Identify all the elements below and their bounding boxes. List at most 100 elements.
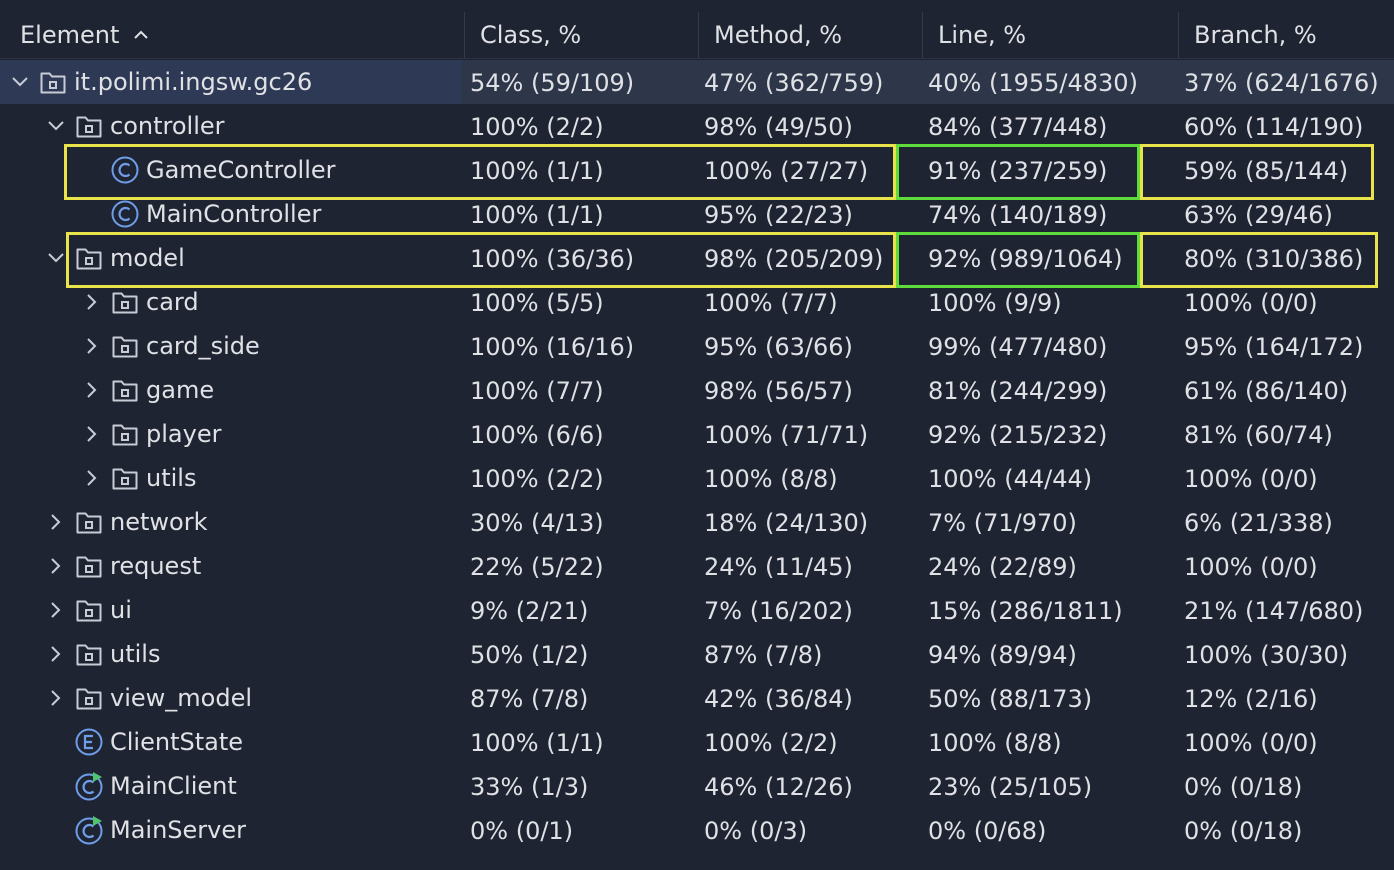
class-coverage-cell: 33% (1/3) bbox=[470, 773, 589, 801]
branch-coverage-cell: 60% (114/190) bbox=[1184, 113, 1364, 141]
class-coverage-cell: 100% (2/2) bbox=[470, 465, 604, 493]
element-cell[interactable]: GameController bbox=[80, 148, 336, 192]
table-row[interactable]: it.polimi.ingsw.gc26 54% (59/109) 47% (362… bbox=[0, 60, 1394, 104]
element-cell[interactable]: model bbox=[44, 236, 185, 280]
table-row[interactable]: ui 9% (2/21) 7% (16/202) 15% (286/1811) 21% … bbox=[0, 588, 1394, 632]
table-row[interactable]: model 100% (36/36) 98% (205/209) 92% (989/1… bbox=[0, 236, 1394, 280]
column-header-class[interactable]: Class, % bbox=[480, 0, 581, 58]
column-divider[interactable] bbox=[698, 12, 699, 58]
element-name: it.polimi.ingsw.gc26 bbox=[74, 68, 313, 96]
method-coverage-cell: 42% (36/84) bbox=[704, 685, 853, 713]
coverage-table: Element Class, % Method, % Line, % Branc… bbox=[0, 0, 1394, 870]
element-cell[interactable]: player bbox=[80, 412, 221, 456]
package-icon bbox=[110, 287, 140, 317]
element-name: ClientState bbox=[110, 728, 244, 756]
branch-coverage-cell: 100% (30/30) bbox=[1184, 641, 1349, 669]
package-icon bbox=[74, 507, 104, 537]
class-coverage-cell: 9% (2/21) bbox=[470, 597, 589, 625]
class-coverage-cell: 100% (2/2) bbox=[470, 113, 604, 141]
chevron-right-icon[interactable] bbox=[44, 510, 68, 534]
table-row[interactable]: MainClient 33% (1/3) 46% (12/26) 23% (25/10… bbox=[0, 764, 1394, 808]
chevron-down-icon[interactable] bbox=[44, 114, 68, 138]
column-divider[interactable] bbox=[464, 12, 465, 58]
table-row[interactable]: GameController 100% (1/1) 100% (27/27) 91% … bbox=[0, 148, 1394, 192]
class-icon bbox=[110, 155, 140, 185]
element-name: player bbox=[146, 420, 222, 448]
branch-coverage-cell: 63% (29/46) bbox=[1184, 201, 1333, 229]
line-coverage-cell: 91% (237/259) bbox=[928, 157, 1108, 185]
method-coverage-cell: 0% (0/3) bbox=[704, 817, 808, 845]
chevron-right-icon[interactable] bbox=[44, 642, 68, 666]
element-cell[interactable]: ClientState bbox=[44, 720, 243, 764]
table-row[interactable]: card_side 100% (16/16) 95% (63/66) 99% (477… bbox=[0, 324, 1394, 368]
element-cell[interactable]: card bbox=[80, 280, 199, 324]
element-name: utils bbox=[146, 464, 197, 492]
chevron-right-icon[interactable] bbox=[44, 686, 68, 710]
element-cell[interactable]: ui bbox=[44, 588, 132, 632]
chevron-right-icon[interactable] bbox=[80, 466, 104, 490]
table-row[interactable]: MainServer 0% (0/1) 0% (0/3) 0% (0/68) 0% (0… bbox=[0, 808, 1394, 852]
element-cell[interactable]: game bbox=[80, 368, 214, 412]
branch-coverage-cell: 100% (0/0) bbox=[1184, 289, 1318, 317]
table-row[interactable]: request 22% (5/22) 24% (11/45) 24% (22/89) 1… bbox=[0, 544, 1394, 588]
method-coverage-cell: 47% (362/759) bbox=[704, 69, 884, 97]
package-icon bbox=[74, 639, 104, 669]
chevron-right-icon[interactable] bbox=[80, 422, 104, 446]
branch-coverage-cell: 37% (624/1676) bbox=[1184, 69, 1379, 97]
branch-coverage-cell: 80% (310/386) bbox=[1184, 245, 1364, 273]
table-row[interactable]: ClientState 100% (1/1) 100% (2/2) 100% (8/8… bbox=[0, 720, 1394, 764]
line-coverage-cell: 100% (8/8) bbox=[928, 729, 1062, 757]
class-coverage-cell: 0% (0/1) bbox=[470, 817, 574, 845]
element-cell[interactable]: network bbox=[44, 500, 207, 544]
chevron-right-icon[interactable] bbox=[80, 334, 104, 358]
table-row[interactable]: card 100% (5/5) 100% (7/7) 100% (9/9) 100% (… bbox=[0, 280, 1394, 324]
element-cell[interactable]: MainController bbox=[80, 192, 321, 236]
class-coverage-cell: 50% (1/2) bbox=[470, 641, 589, 669]
table-row[interactable]: player 100% (6/6) 100% (71/71) 92% (215/232… bbox=[0, 412, 1394, 456]
table-row[interactable]: network 30% (4/13) 18% (24/130) 7% (71/970)… bbox=[0, 500, 1394, 544]
chevron-down-icon[interactable] bbox=[8, 70, 32, 94]
package-icon bbox=[110, 375, 140, 405]
element-cell[interactable]: controller bbox=[44, 104, 225, 148]
branch-coverage-cell: 0% (0/18) bbox=[1184, 773, 1303, 801]
chevron-down-icon[interactable] bbox=[44, 246, 68, 270]
element-cell[interactable]: view_model bbox=[44, 676, 252, 720]
line-coverage-cell: 99% (477/480) bbox=[928, 333, 1108, 361]
table-row[interactable]: controller 100% (2/2) 98% (49/50) 84% (377/… bbox=[0, 104, 1394, 148]
column-divider[interactable] bbox=[922, 12, 923, 58]
package-icon bbox=[74, 243, 104, 273]
table-row[interactable]: game 100% (7/7) 98% (56/57) 81% (244/299) 61… bbox=[0, 368, 1394, 412]
line-coverage-cell: 84% (377/448) bbox=[928, 113, 1108, 141]
table-row[interactable]: view_model 87% (7/8) 42% (36/84) 50% (88/17… bbox=[0, 676, 1394, 720]
branch-coverage-cell: 81% (60/74) bbox=[1184, 421, 1333, 449]
sort-ascending-icon bbox=[133, 0, 149, 67]
package-icon bbox=[74, 683, 104, 713]
chevron-right-icon[interactable] bbox=[80, 378, 104, 402]
column-header-method[interactable]: Method, % bbox=[714, 0, 842, 58]
column-header-line[interactable]: Line, % bbox=[938, 0, 1026, 58]
element-cell[interactable]: it.polimi.ingsw.gc26 bbox=[8, 60, 312, 104]
table-row[interactable]: utils 50% (1/2) 87% (7/8) 94% (89/94) 100% (… bbox=[0, 632, 1394, 676]
element-cell[interactable]: utils bbox=[80, 456, 196, 500]
package-icon bbox=[110, 419, 140, 449]
column-header-element[interactable]: Element bbox=[20, 0, 149, 58]
table-row[interactable]: utils 100% (2/2) 100% (8/8) 100% (44/44) 100… bbox=[0, 456, 1394, 500]
chevron-right-icon[interactable] bbox=[44, 554, 68, 578]
element-cell[interactable]: MainClient bbox=[44, 764, 237, 808]
line-coverage-cell: 92% (215/232) bbox=[928, 421, 1108, 449]
element-cell[interactable]: request bbox=[44, 544, 201, 588]
chevron-right-icon[interactable] bbox=[44, 598, 68, 622]
column-header-branch[interactable]: Branch, % bbox=[1194, 0, 1317, 58]
element-cell[interactable]: MainServer bbox=[44, 808, 246, 852]
element-cell[interactable]: utils bbox=[44, 632, 160, 676]
element-name: card_side bbox=[146, 332, 260, 360]
table-row[interactable]: MainController 100% (1/1) 95% (22/23) 74% (… bbox=[0, 192, 1394, 236]
method-coverage-cell: 100% (7/7) bbox=[704, 289, 838, 317]
chevron-right-icon[interactable] bbox=[80, 290, 104, 314]
line-coverage-cell: 24% (22/89) bbox=[928, 553, 1077, 581]
element-cell[interactable]: card_side bbox=[80, 324, 260, 368]
column-divider[interactable] bbox=[1178, 12, 1179, 58]
class-coverage-cell: 100% (1/1) bbox=[470, 729, 604, 757]
